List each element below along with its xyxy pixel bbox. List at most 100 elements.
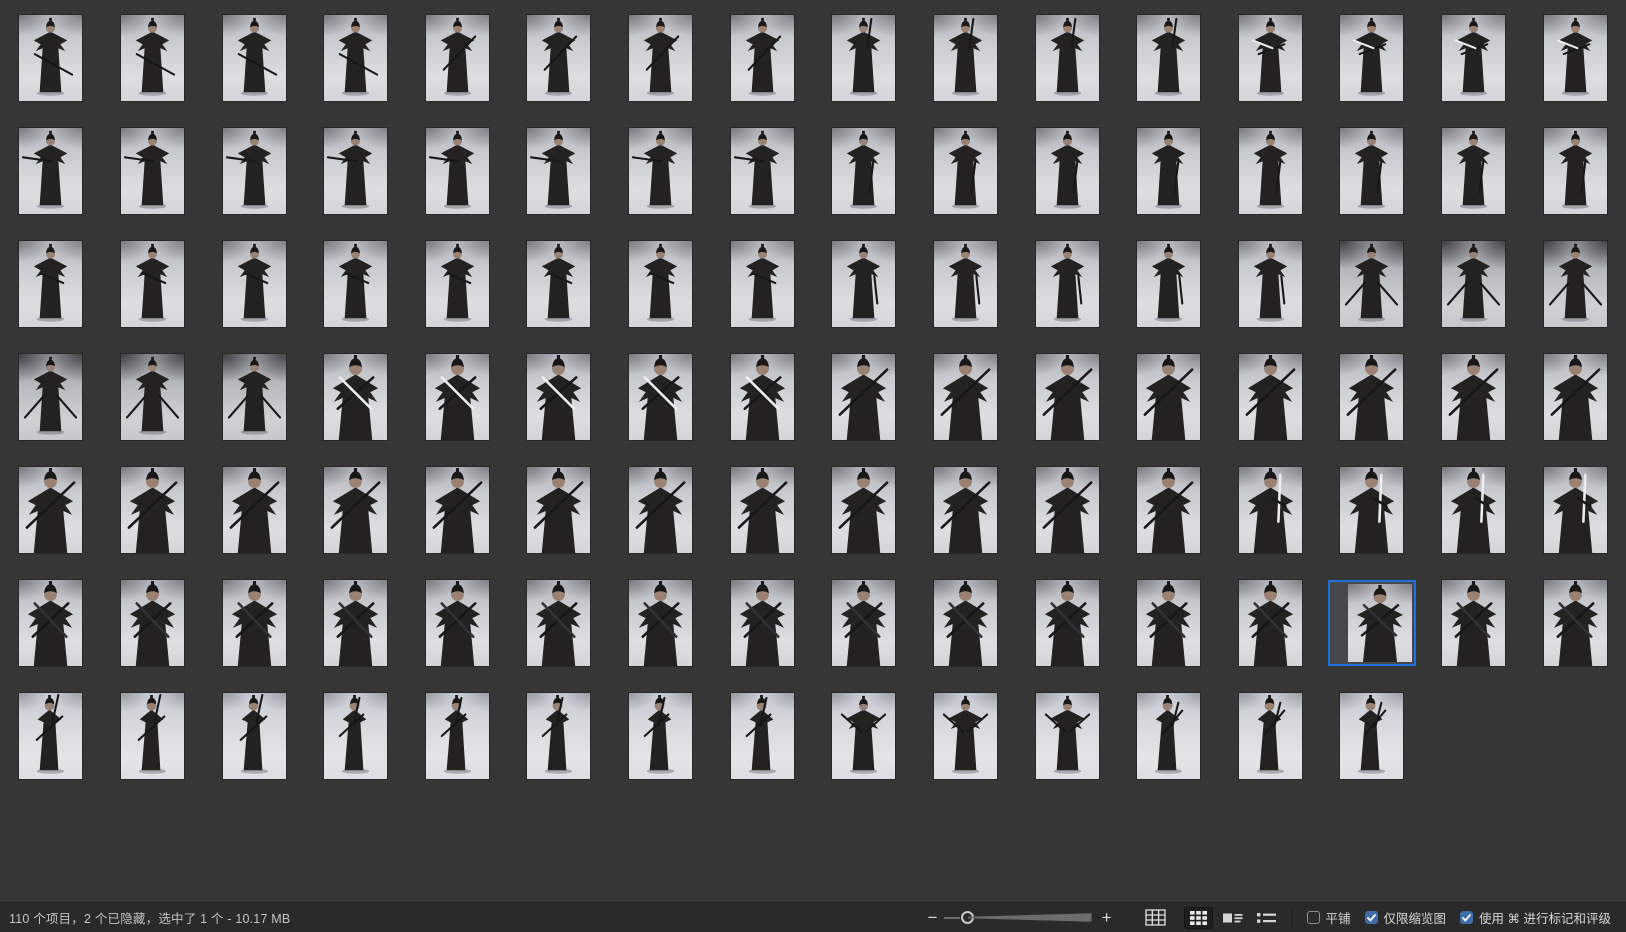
zoom-out-button[interactable]: − [924,909,942,926]
slider-track-wedge[interactable] [968,913,1092,923]
thumbnail-selected[interactable] [1321,577,1423,690]
thumbnail[interactable] [1423,464,1525,577]
checkbox-thumbnails-only[interactable]: 仅限缩览图 [1365,908,1447,927]
thumbnail[interactable] [203,690,305,803]
thumbnail[interactable] [1220,12,1322,125]
thumbnail[interactable] [407,12,509,125]
thumbnail[interactable] [915,125,1017,238]
thumbnail[interactable] [1524,577,1626,690]
thumbnail[interactable] [508,125,610,238]
thumbnail[interactable] [610,125,712,238]
thumbnail[interactable] [610,464,712,577]
thumbnail[interactable] [1524,238,1626,351]
thumbnail[interactable] [711,238,813,351]
thumbnail[interactable] [1524,464,1626,577]
thumbnail[interactable] [407,351,509,464]
thumbnail[interactable] [102,12,204,125]
thumbnail[interactable] [203,464,305,577]
checkbox-tile[interactable]: 平铺 [1307,908,1351,927]
list-view-button[interactable] [1253,909,1280,927]
thumbnail[interactable] [305,577,407,690]
thumbnail[interactable] [203,12,305,125]
thumbnail[interactable] [1423,351,1525,464]
thumbnail[interactable] [813,12,915,125]
thumbnail[interactable] [305,464,407,577]
thumbnail[interactable] [305,12,407,125]
thumbnail[interactable] [305,351,407,464]
thumbnail[interactable] [203,351,305,464]
thumbnail[interactable] [305,125,407,238]
thumbnail[interactable] [0,238,102,351]
thumbnail[interactable] [813,125,915,238]
thumbnail[interactable] [1220,577,1322,690]
details-view-button[interactable] [1219,909,1247,927]
thumbnail[interactable] [102,125,204,238]
thumbnail[interactable] [407,238,509,351]
thumbnail-grid-view-button[interactable] [1184,907,1213,929]
thumbnail[interactable] [1118,351,1220,464]
thumbnail[interactable] [813,351,915,464]
thumbnail[interactable] [0,464,102,577]
thumbnail[interactable] [102,464,204,577]
thumbnail[interactable] [1118,577,1220,690]
thumbnail[interactable] [711,351,813,464]
thumbnail[interactable] [407,577,509,690]
thumbnail[interactable] [1321,464,1423,577]
thumbnail[interactable] [0,577,102,690]
thumbnail[interactable] [305,690,407,803]
thumbnail[interactable] [1016,464,1118,577]
thumbnail[interactable] [508,351,610,464]
thumbnail[interactable] [711,464,813,577]
thumbnail[interactable] [102,238,204,351]
thumbnail[interactable] [610,690,712,803]
thumbnail[interactable] [610,12,712,125]
thumbnail[interactable] [915,690,1017,803]
thumbnail[interactable] [1016,690,1118,803]
thumbnail[interactable] [1016,577,1118,690]
thumbnail[interactable] [0,690,102,803]
thumbnail[interactable] [1423,238,1525,351]
thumbnail[interactable] [1524,125,1626,238]
thumbnail[interactable] [915,464,1017,577]
thumbnail[interactable] [1118,12,1220,125]
thumbnail[interactable] [915,12,1017,125]
thumbnail[interactable] [1016,12,1118,125]
thumbnail[interactable] [407,690,509,803]
thumbnail[interactable] [1321,238,1423,351]
thumbnail[interactable] [203,577,305,690]
thumbnail[interactable] [1321,351,1423,464]
thumbnail[interactable] [407,464,509,577]
thumbnail[interactable] [305,238,407,351]
thumbnail[interactable] [102,577,204,690]
thumbnail[interactable] [610,351,712,464]
zoom-in-button[interactable]: + [1098,909,1116,926]
thumbnail[interactable] [203,238,305,351]
thumbnail[interactable] [508,690,610,803]
thumbnail[interactable] [1524,12,1626,125]
thumbnail[interactable] [711,125,813,238]
thumbnail[interactable] [0,12,102,125]
thumbnail[interactable] [813,690,915,803]
thumbnail[interactable] [102,351,204,464]
thumbnail[interactable] [508,577,610,690]
thumbnail[interactable] [1220,690,1322,803]
thumbnail[interactable] [813,577,915,690]
thumbnail[interactable] [1220,238,1322,351]
thumbnail[interactable] [610,577,712,690]
thumbnail[interactable] [508,238,610,351]
checkbox-cmd-rating[interactable]: 使用 ⌘ 进行标记和评级 [1460,908,1611,927]
thumbnail[interactable] [915,351,1017,464]
thumbnail[interactable] [1321,12,1423,125]
thumbnail[interactable] [1321,125,1423,238]
thumbnail[interactable] [915,238,1017,351]
thumbnail-size-slider[interactable] [944,910,1092,926]
thumbnail[interactable] [0,351,102,464]
thumbnail[interactable] [1423,125,1525,238]
thumbnail[interactable] [1524,351,1626,464]
thumbnail[interactable] [508,464,610,577]
thumbnail[interactable] [610,238,712,351]
thumbnail[interactable] [1423,12,1525,125]
grid-lock-button[interactable] [1141,907,1170,928]
thumbnail[interactable] [1118,464,1220,577]
thumbnail[interactable] [813,238,915,351]
